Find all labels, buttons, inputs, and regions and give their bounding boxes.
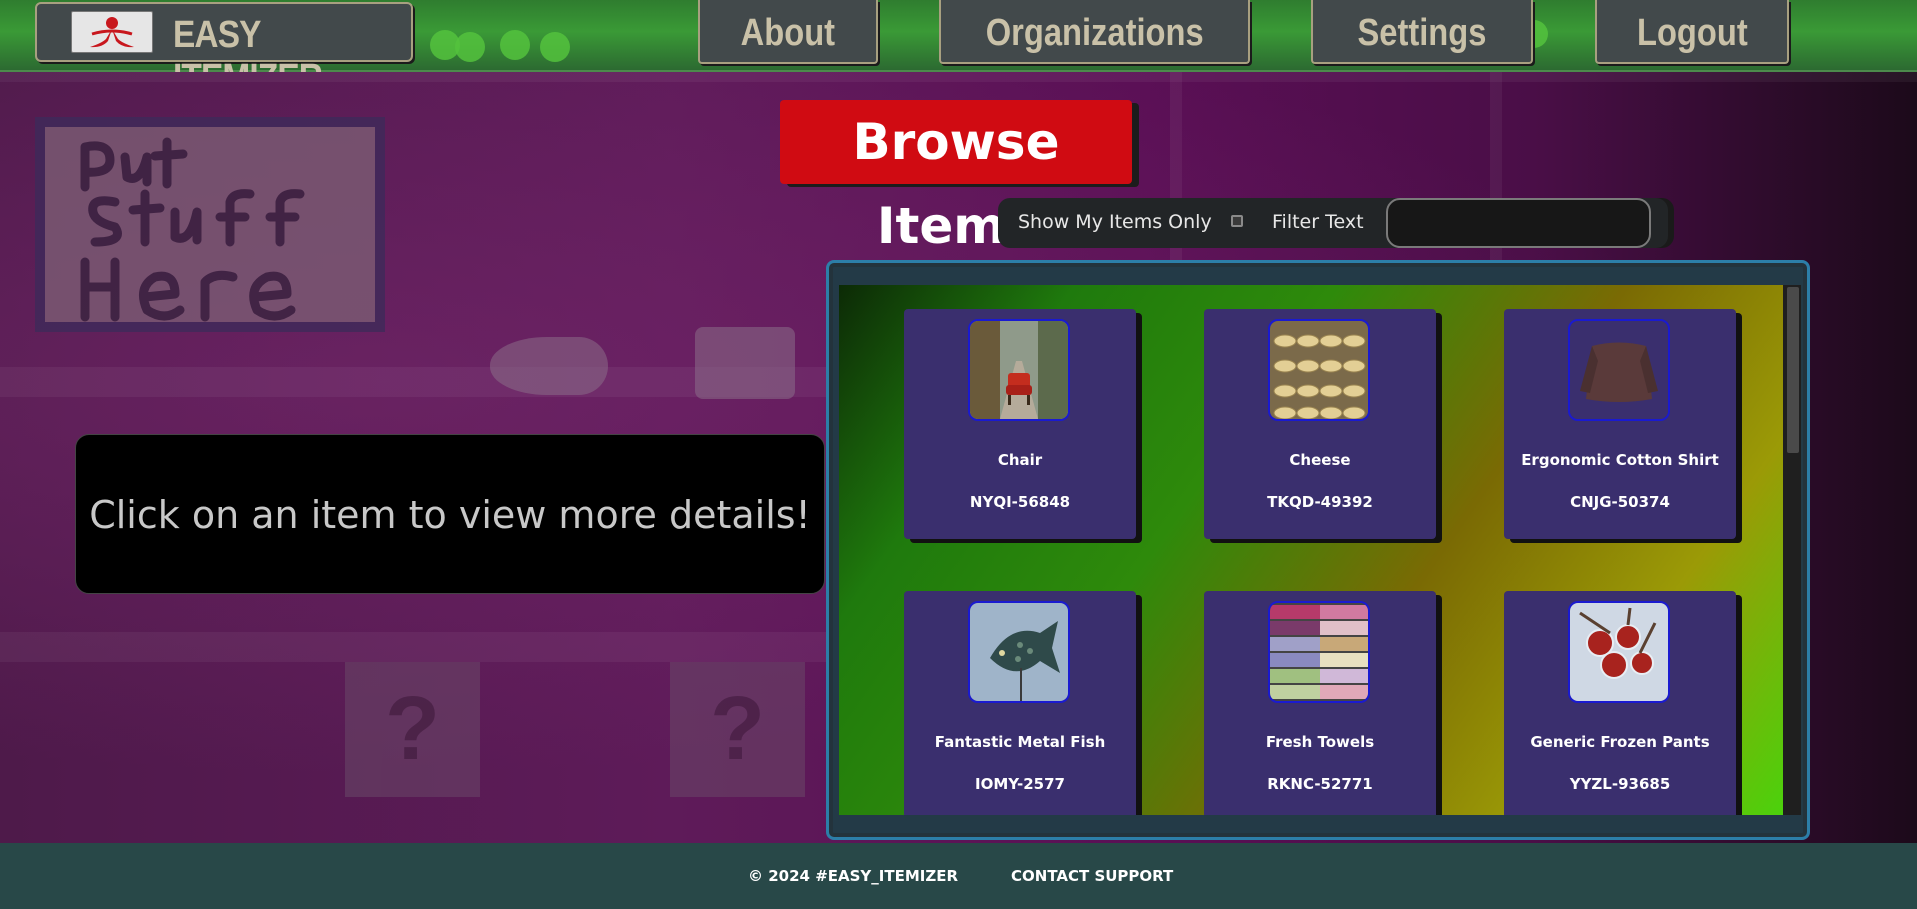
item-name: Generic Frozen Pants xyxy=(1530,733,1710,751)
item-card[interactable]: Chair NYQI-56848 xyxy=(904,309,1136,539)
background-shelf xyxy=(0,632,830,662)
item-details-prompt: Click on an item to view more details! xyxy=(75,434,825,594)
show-my-items-label: Show My Items Only xyxy=(1018,211,1212,233)
logo-image xyxy=(71,11,153,53)
item-card[interactable]: Generic Frozen Pants YYZL-93685 xyxy=(1504,591,1736,815)
cheese-photo xyxy=(1268,319,1370,421)
item-name: Ergonomic Cotton Shirt xyxy=(1521,451,1719,469)
items-grid-scrollbar[interactable] xyxy=(1783,285,1801,815)
nav-logout-button[interactable]: Logout xyxy=(1595,0,1789,64)
item-name: Chair xyxy=(997,451,1043,469)
scrollbar-thumb[interactable] xyxy=(1787,287,1799,453)
item-code: RKNC-52771 xyxy=(1267,775,1373,793)
footer: © 2024 #EASY_ITEMIZER CONTACT SUPPORT xyxy=(0,843,1917,909)
nav-about-button[interactable]: About xyxy=(698,0,878,64)
fish-photo xyxy=(968,601,1070,703)
item-card[interactable]: Fantastic Metal Fish IOMY-2577 xyxy=(904,591,1136,815)
background-mystery-crate: ? xyxy=(345,662,480,797)
item-code: TKQD-49392 xyxy=(1267,493,1373,511)
show-my-items-checkbox[interactable] xyxy=(1231,215,1243,227)
background-barrel xyxy=(490,337,608,395)
page-title: Browse Items xyxy=(780,100,1132,255)
item-code: YYZL-93685 xyxy=(1569,775,1671,793)
filter-text-label: Filter Text xyxy=(1272,211,1364,233)
background-barrel xyxy=(695,327,795,399)
filter-bar: Show My Items Only Filter Text xyxy=(998,198,1668,248)
brand-logo-link[interactable]: EASY ITEMIZER xyxy=(35,2,413,99)
item-code: CNJG-50374 xyxy=(1570,493,1670,511)
item-card[interactable]: Ergonomic Cotton Shirt CNJG-50374 xyxy=(1504,309,1736,539)
item-name: Fantastic Metal Fish xyxy=(934,733,1106,751)
top-nav-bar: EASY ITEMIZER About Organizations Settin… xyxy=(0,0,1917,99)
item-card[interactable]: Fresh Towels RKNC-52771 xyxy=(1204,591,1436,815)
items-grid[interactable]: Chair NYQI-56848 Cheese TKQD-49392 Ergon… xyxy=(839,285,1783,815)
item-code: NYQI-56848 xyxy=(969,493,1071,511)
nav-settings-button[interactable]: Settings xyxy=(1311,0,1533,64)
frozen-fruit-photo xyxy=(1568,601,1670,703)
filter-text-input[interactable] xyxy=(1386,198,1651,248)
items-grid-panel: Chair NYQI-56848 Cheese TKQD-49392 Ergon… xyxy=(826,260,1810,840)
shirt-photo xyxy=(1568,319,1670,421)
towels-photo xyxy=(1268,601,1370,703)
item-name: Fresh Towels xyxy=(1265,733,1375,751)
nav-organizations-button[interactable]: Organizations xyxy=(939,0,1250,64)
item-card[interactable]: Cheese TKQD-49392 xyxy=(1204,309,1436,539)
background-mystery-crate: ? xyxy=(670,662,805,797)
footer-copyright: © 2024 #EASY_ITEMIZER xyxy=(748,867,959,885)
item-code: IOMY-2577 xyxy=(975,775,1065,793)
chair-photo xyxy=(968,319,1070,421)
contact-support-link[interactable]: CONTACT SUPPORT xyxy=(1011,867,1173,885)
put-stuff-here-sign xyxy=(35,117,385,332)
background-shelf xyxy=(0,72,1917,82)
main-content: ? ? Browse Items Show My Items Only Filt… xyxy=(0,72,1917,843)
item-name: Cheese xyxy=(1289,451,1351,469)
